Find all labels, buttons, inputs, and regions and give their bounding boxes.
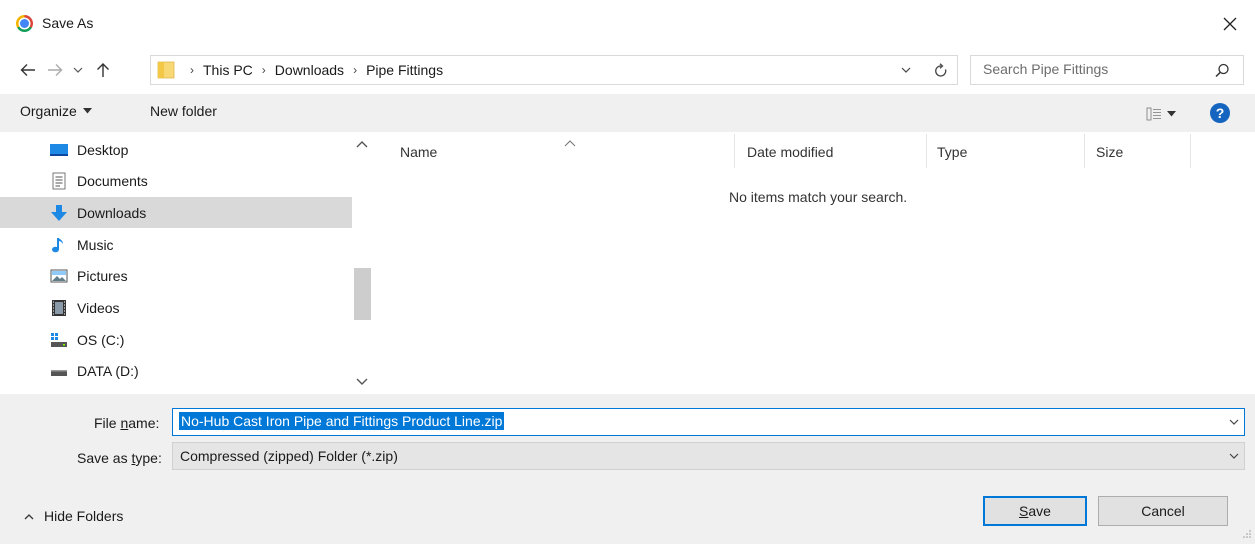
column-size[interactable]: Size [1096, 144, 1123, 160]
chevron-down-icon [73, 67, 83, 73]
forward-button[interactable] [42, 56, 68, 84]
nav-item-label: DATA (D:) [77, 362, 139, 379]
downloads-icon [51, 204, 67, 221]
organize-label: Organize [20, 103, 77, 119]
refresh-icon [935, 62, 947, 77]
file-list: Name Date modified Type Size No items ma… [376, 134, 1255, 392]
column-type[interactable]: Type [937, 144, 967, 160]
close-button[interactable] [1210, 8, 1250, 40]
arrow-up-icon [97, 63, 109, 77]
save-button[interactable]: Save [983, 496, 1087, 526]
nav-item-pictures[interactable]: Pictures [0, 260, 352, 291]
organize-button[interactable]: Organize [20, 103, 92, 119]
command-bar: Organize New folder ? [0, 94, 1255, 132]
scroll-down-icon[interactable] [355, 374, 369, 388]
sort-ascending-icon [564, 135, 576, 150]
refresh-button[interactable] [929, 59, 953, 81]
change-view-button[interactable] [1146, 104, 1180, 124]
arrow-left-icon [20, 64, 35, 76]
hide-folders-button[interactable]: Hide Folders [24, 508, 123, 524]
videos-icon [52, 299, 66, 316]
help-button[interactable]: ? [1210, 103, 1230, 123]
nav-item-data-d[interactable]: DATA (D:) [0, 355, 352, 386]
up-button[interactable] [90, 56, 116, 84]
search-icon[interactable] [1211, 60, 1233, 82]
drive-icon [51, 369, 67, 376]
chevron-down-icon [1229, 419, 1239, 425]
address-dropdown-button[interactable] [895, 59, 917, 81]
empty-message: No items match your search. [729, 189, 908, 205]
window-title: Save As [42, 15, 94, 31]
recent-locations-button[interactable] [68, 56, 88, 84]
filename-input[interactable]: No-Hub Cast Iron Pipe and Fittings Produ… [179, 412, 505, 430]
caret-down-icon [1167, 111, 1176, 117]
hide-folders-label: Hide Folders [44, 508, 124, 524]
save-as-type-label: Save as type: [77, 450, 162, 466]
nav-scrollbar[interactable] [352, 134, 372, 392]
nav-item-desktop[interactable]: Desktop [0, 134, 352, 165]
nav-item-label: Downloads [77, 204, 147, 221]
navigation-pane: Desktop Documents Downloads Music Pictur… [0, 134, 372, 392]
nav-item-label: Pictures [77, 267, 128, 284]
folder-icon [157, 61, 175, 79]
column-divider[interactable] [1190, 134, 1191, 168]
save-as-type-value: Compressed (zipped) Folder (*.zip) [180, 448, 398, 464]
music-icon [52, 237, 63, 252]
breadcrumb-separator: › [190, 63, 194, 77]
filename-combobox[interactable]: No-Hub Cast Iron Pipe and Fittings Produ… [172, 408, 1245, 436]
chevron-down-icon [1229, 453, 1239, 459]
scrollbar-thumb[interactable] [354, 268, 371, 320]
filename-dropdown-button[interactable] [1225, 412, 1243, 432]
details-view-icon [1146, 107, 1161, 121]
pictures-icon [50, 269, 68, 282]
column-divider[interactable] [1084, 134, 1085, 168]
nav-item-label: Music [77, 236, 114, 253]
nav-item-label: OS (C:) [77, 331, 125, 348]
help-icon: ? [1215, 105, 1225, 121]
save-as-type-dropdown-button[interactable] [1225, 446, 1243, 466]
address-bar[interactable]: › This PC › Downloads › Pipe Fittings [150, 55, 958, 85]
scroll-up-icon[interactable] [355, 138, 369, 152]
search-input[interactable] [983, 61, 1203, 77]
nav-item-label: Desktop [77, 141, 129, 158]
chrome-icon [16, 15, 33, 32]
os-drive-icon [51, 332, 67, 347]
nav-item-os-c[interactable]: OS (C:) [0, 324, 352, 355]
nav-item-documents[interactable]: Documents [0, 165, 352, 196]
breadcrumb-separator[interactable]: › [353, 63, 357, 77]
new-folder-button[interactable]: New folder [150, 103, 217, 119]
column-name[interactable]: Name [400, 144, 437, 160]
desktop-icon [50, 143, 68, 156]
column-divider[interactable] [926, 134, 927, 168]
breadcrumb-separator[interactable]: › [262, 63, 266, 77]
chevron-up-icon [24, 513, 34, 519]
breadcrumb-this-pc[interactable]: This PC [203, 62, 253, 78]
breadcrumb-pipe-fittings[interactable]: Pipe Fittings [366, 62, 443, 78]
nav-item-videos[interactable]: Videos [0, 292, 352, 323]
breadcrumb-downloads[interactable]: Downloads [275, 62, 344, 78]
nav-item-music[interactable]: Music [0, 229, 352, 260]
nav-item-label: Videos [77, 299, 120, 316]
column-divider[interactable] [734, 134, 735, 168]
save-options-panel: File name: No-Hub Cast Iron Pipe and Fit… [0, 394, 1255, 544]
close-icon [1223, 17, 1237, 31]
nav-item-downloads[interactable]: Downloads [0, 197, 352, 228]
nav-item-label: Documents [77, 172, 148, 189]
filename-label: File name: [94, 415, 160, 431]
column-headers: Name Date modified Type Size [376, 134, 1255, 170]
title-bar: Save As [0, 0, 1255, 48]
documents-icon [52, 172, 66, 189]
cancel-button[interactable]: Cancel [1098, 496, 1228, 526]
arrow-right-icon [48, 64, 63, 76]
chevron-down-icon [901, 67, 911, 73]
resize-grip-icon[interactable] [1242, 529, 1252, 539]
save-as-type-select[interactable]: Compressed (zipped) Folder (*.zip) [172, 442, 1245, 470]
search-box[interactable] [970, 55, 1244, 85]
caret-down-icon [82, 108, 92, 114]
breadcrumb: › This PC › Downloads › Pipe Fittings [181, 62, 443, 78]
back-button[interactable] [14, 56, 42, 84]
column-date-modified[interactable]: Date modified [747, 144, 833, 160]
